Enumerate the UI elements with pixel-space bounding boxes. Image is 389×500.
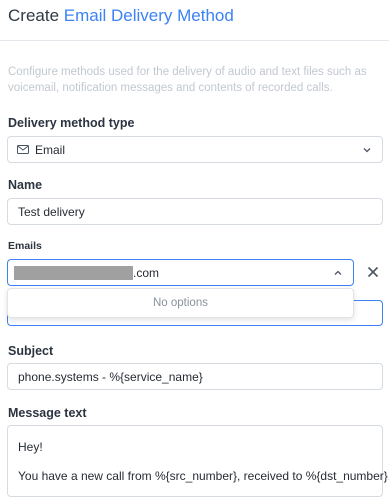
delivery-type-label: Delivery method type xyxy=(8,116,135,130)
subject-value: phone.systems - %{service_name} xyxy=(18,370,203,384)
message-label: Message text xyxy=(8,406,87,420)
name-value: Test delivery xyxy=(18,205,85,219)
chevron-down-icon[interactable] xyxy=(362,145,372,155)
envelope-icon xyxy=(17,145,29,154)
message-textarea[interactable]: Hey! You have a new call from %{src_numb… xyxy=(7,425,389,497)
dialog-title: Create Email Delivery Method xyxy=(8,6,234,26)
delivery-type-select[interactable]: Email xyxy=(7,136,383,163)
emails-dropdown: No options xyxy=(7,288,354,318)
dialog-header: Create Email Delivery Method xyxy=(0,0,389,41)
title-prefix: Create xyxy=(8,6,60,25)
chevron-up-icon[interactable] xyxy=(333,268,343,278)
name-input[interactable]: Test delivery xyxy=(7,198,383,225)
email-suffix: .com xyxy=(133,266,160,280)
subject-input[interactable]: phone.systems - %{service_name} xyxy=(7,363,383,390)
name-label: Name xyxy=(8,178,43,192)
emails-input[interactable]: .com xyxy=(7,259,354,286)
redacted-email xyxy=(14,266,133,280)
title-highlight: Email Delivery Method xyxy=(63,6,234,25)
message-line-1: Hey! xyxy=(18,440,43,454)
subject-label: Subject xyxy=(8,344,54,358)
message-line-2: You have a new call from %{src_number}, … xyxy=(18,469,389,483)
emails-label: Emails xyxy=(8,240,42,252)
delivery-type-value: Email xyxy=(35,143,66,157)
no-options-text: No options xyxy=(153,297,208,309)
form-description: Configure methods used for the delivery … xyxy=(8,66,367,94)
clear-emails-icon[interactable] xyxy=(366,265,380,279)
